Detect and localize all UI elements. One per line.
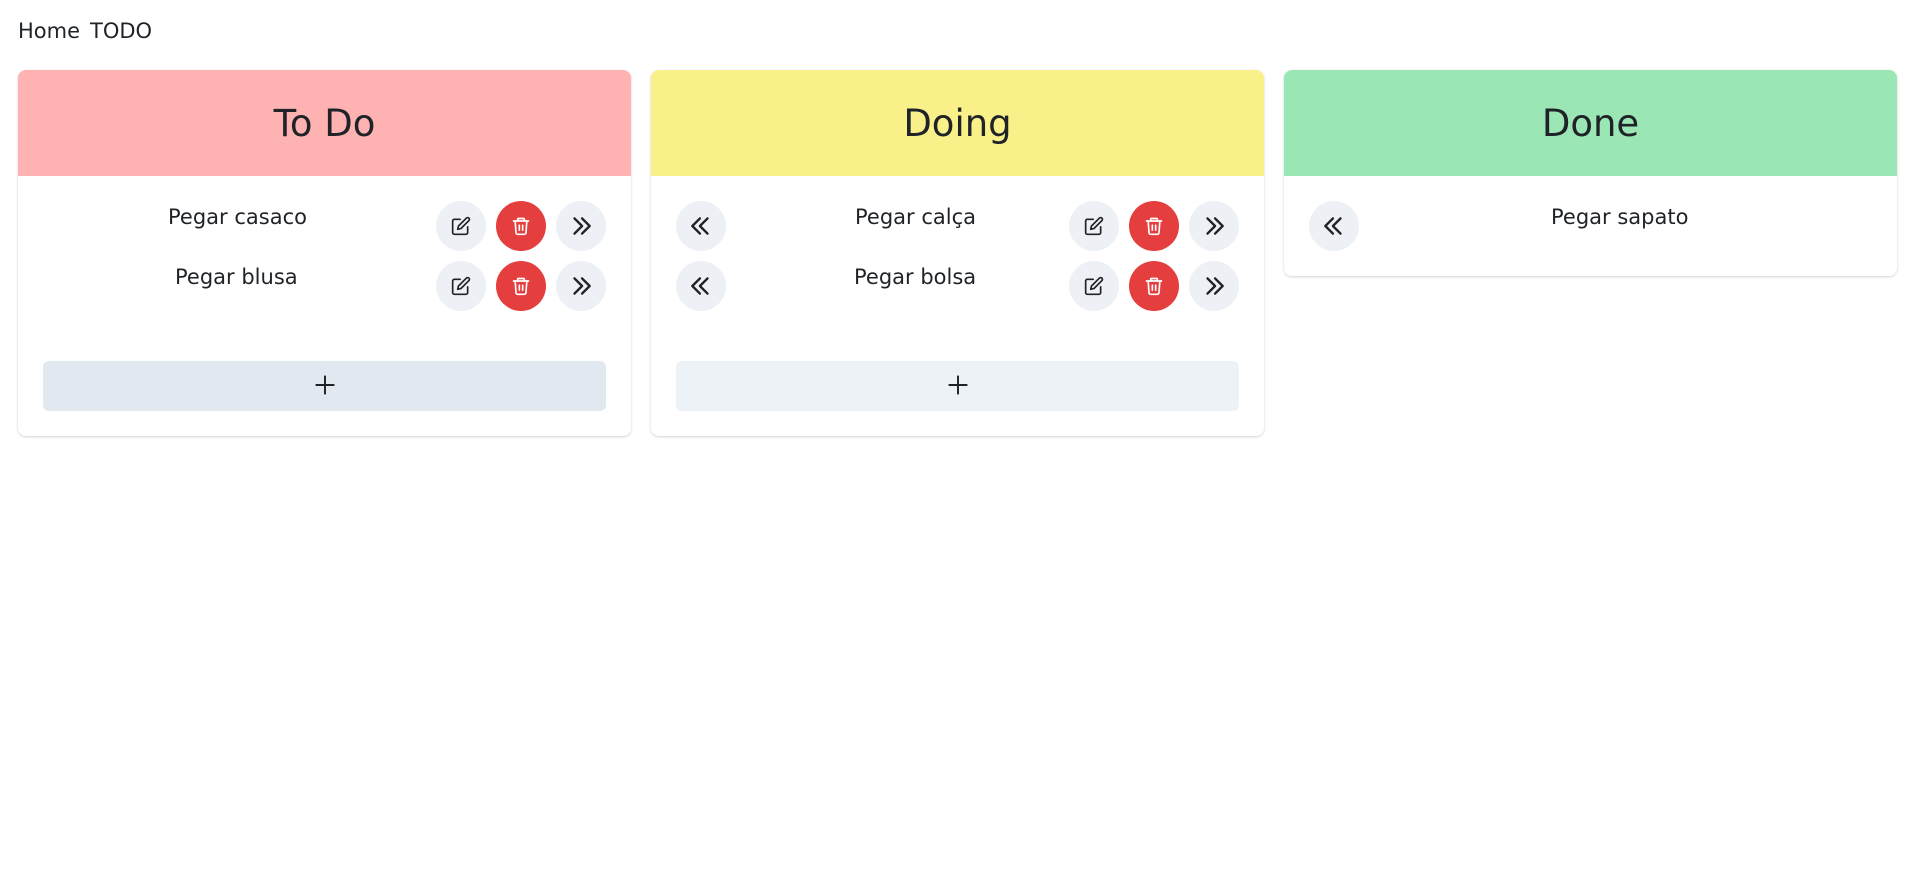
plus-icon bbox=[312, 372, 338, 401]
add-task-button[interactable] bbox=[676, 361, 1239, 411]
task-actions bbox=[1069, 201, 1239, 251]
chevrons-left-icon bbox=[688, 273, 714, 299]
trash-icon bbox=[1144, 276, 1164, 296]
column-doing: Doing Pegar calça Pegar bolsa bbox=[651, 70, 1264, 436]
column-title: To Do bbox=[273, 101, 376, 145]
edit-button[interactable] bbox=[1069, 261, 1119, 311]
trash-icon bbox=[511, 216, 531, 236]
task-title: Pegar bolsa bbox=[854, 265, 977, 289]
delete-button[interactable] bbox=[1129, 201, 1179, 251]
delete-button[interactable] bbox=[1129, 261, 1179, 311]
edit-button[interactable] bbox=[1069, 201, 1119, 251]
delete-button[interactable] bbox=[496, 261, 546, 311]
edit-icon bbox=[451, 216, 471, 236]
task-actions bbox=[1069, 261, 1239, 311]
edit-icon bbox=[1084, 276, 1104, 296]
column-header-done: Done bbox=[1284, 70, 1897, 176]
move-forward-button[interactable] bbox=[1189, 201, 1239, 251]
move-forward-button[interactable] bbox=[556, 261, 606, 311]
edit-button[interactable] bbox=[436, 261, 486, 311]
chevrons-left-icon bbox=[688, 213, 714, 239]
chevrons-right-icon bbox=[1201, 273, 1227, 299]
edit-icon bbox=[1084, 216, 1104, 236]
move-forward-button[interactable] bbox=[556, 201, 606, 251]
move-back-button[interactable] bbox=[676, 201, 726, 251]
move-back-button[interactable] bbox=[1309, 201, 1359, 251]
task-card: Pegar calça bbox=[676, 201, 1239, 251]
nav-home-link[interactable]: Home bbox=[18, 19, 80, 43]
top-nav: Home TODO bbox=[18, 19, 152, 43]
column-header-doing: Doing bbox=[651, 70, 1264, 176]
move-forward-button[interactable] bbox=[1189, 261, 1239, 311]
nav-todo-link[interactable]: TODO bbox=[90, 19, 152, 43]
task-title: Pegar blusa bbox=[175, 265, 298, 289]
task-title: Pegar calça bbox=[855, 205, 977, 229]
chevrons-left-icon bbox=[1321, 213, 1347, 239]
kanban-board: To Do Pegar casaco Pegar blusa Doing Peg… bbox=[18, 70, 1897, 436]
column-body: Pegar calça Pegar bolsa bbox=[651, 176, 1264, 436]
task-title: Pegar sapato bbox=[1551, 205, 1689, 229]
column-title: Done bbox=[1541, 101, 1640, 145]
add-task-button[interactable] bbox=[43, 361, 606, 411]
task-card: Pegar blusa bbox=[43, 261, 606, 311]
task-card: Pegar casaco bbox=[43, 201, 606, 251]
column-title: Doing bbox=[903, 101, 1012, 145]
chevrons-right-icon bbox=[568, 273, 594, 299]
move-back-button[interactable] bbox=[676, 261, 726, 311]
edit-button[interactable] bbox=[436, 201, 486, 251]
trash-icon bbox=[1144, 216, 1164, 236]
column-todo: To Do Pegar casaco Pegar blusa bbox=[18, 70, 631, 436]
column-body: Pegar casaco Pegar blusa bbox=[18, 176, 631, 436]
task-card: Pegar sapato bbox=[1309, 201, 1872, 251]
chevrons-right-icon bbox=[568, 213, 594, 239]
column-body: Pegar sapato bbox=[1284, 176, 1897, 276]
task-title: Pegar casaco bbox=[168, 205, 307, 229]
column-done: Done Pegar sapato bbox=[1284, 70, 1897, 276]
plus-icon bbox=[945, 372, 971, 401]
task-actions bbox=[436, 201, 606, 251]
task-card: Pegar bolsa bbox=[676, 261, 1239, 311]
task-actions bbox=[436, 261, 606, 311]
trash-icon bbox=[511, 276, 531, 296]
column-header-todo: To Do bbox=[18, 70, 631, 176]
delete-button[interactable] bbox=[496, 201, 546, 251]
chevrons-right-icon bbox=[1201, 213, 1227, 239]
edit-icon bbox=[451, 276, 471, 296]
